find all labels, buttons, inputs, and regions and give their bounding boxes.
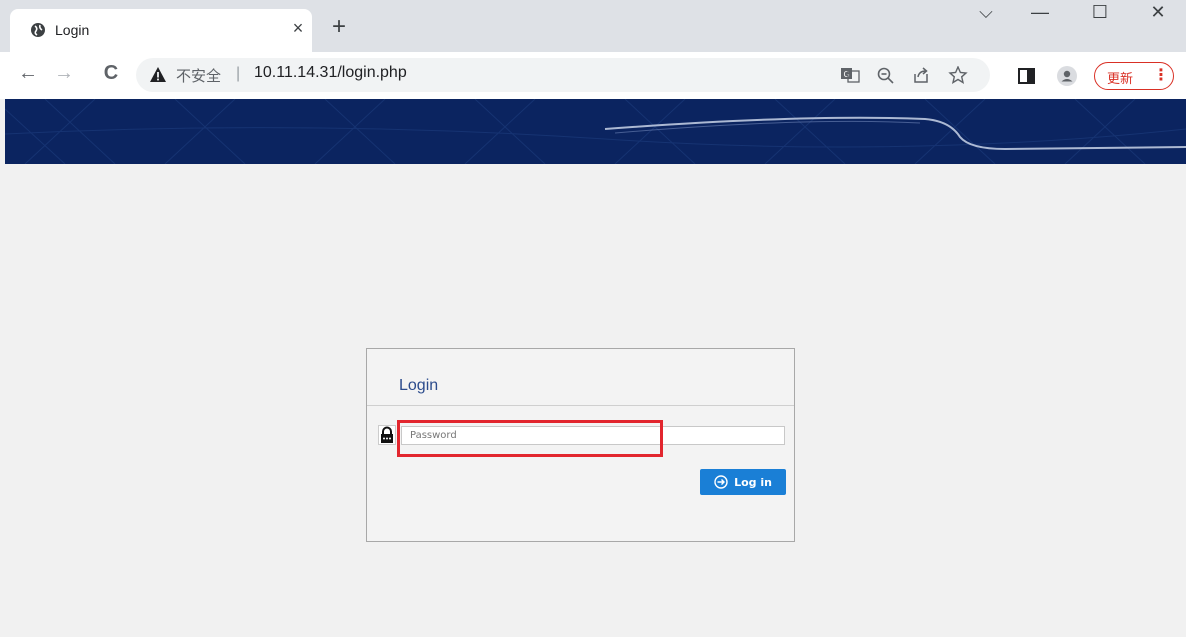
forward-button[interactable]: → xyxy=(52,62,76,85)
new-tab-button[interactable]: + xyxy=(332,15,346,39)
minimize-button[interactable]: — xyxy=(1020,2,1060,23)
globe-icon xyxy=(31,23,45,37)
login-panel: Login Log in xyxy=(366,348,795,542)
browser-toolbar: ← → C 不安全 | 10.11.14.31/login.php G 更新 ⋮ xyxy=(0,52,1186,99)
banner-pattern-graphic xyxy=(5,99,1186,164)
address-separator: | xyxy=(236,65,241,82)
login-arrow-icon xyxy=(714,475,728,489)
url-text[interactable]: 10.11.14.31/login.php xyxy=(254,64,407,82)
profile-avatar-icon[interactable] xyxy=(1057,66,1077,86)
header-banner xyxy=(5,99,1186,164)
login-title: Login xyxy=(399,377,439,394)
tab-title: Login xyxy=(55,22,90,38)
address-bar[interactable]: 不安全 | 10.11.14.31/login.php G xyxy=(136,58,990,92)
side-panel-icon[interactable] xyxy=(1017,66,1037,86)
maximize-button[interactable]: ☐ xyxy=(1080,2,1120,23)
zoom-icon[interactable] xyxy=(876,66,896,84)
browser-tab[interactable]: Login × xyxy=(10,9,312,52)
close-window-button[interactable]: ✕ xyxy=(1138,2,1178,23)
password-input[interactable] xyxy=(401,426,785,445)
reload-button[interactable]: C xyxy=(99,62,123,85)
share-icon[interactable] xyxy=(912,66,932,84)
login-divider xyxy=(367,405,794,406)
browser-tabstrip: Login × + ⌵ — ☐ ✕ xyxy=(0,0,1186,52)
login-button-label: Log in xyxy=(734,475,772,489)
tab-close-button[interactable]: × xyxy=(287,18,309,39)
update-button[interactable]: 更新 ⋮ xyxy=(1094,62,1174,90)
security-status[interactable]: 不安全 xyxy=(176,65,221,86)
tab-search-button[interactable]: ⌵ xyxy=(966,2,1006,23)
update-label: 更新 xyxy=(1107,71,1134,86)
menu-dots-icon: ⋮ xyxy=(1153,67,1169,84)
lock-icon xyxy=(378,425,396,445)
warning-icon xyxy=(150,67,166,82)
login-button[interactable]: Log in xyxy=(700,469,786,495)
back-button[interactable]: ← xyxy=(16,62,40,85)
translate-icon[interactable]: G xyxy=(840,66,860,84)
bookmark-star-icon[interactable] xyxy=(948,66,968,84)
